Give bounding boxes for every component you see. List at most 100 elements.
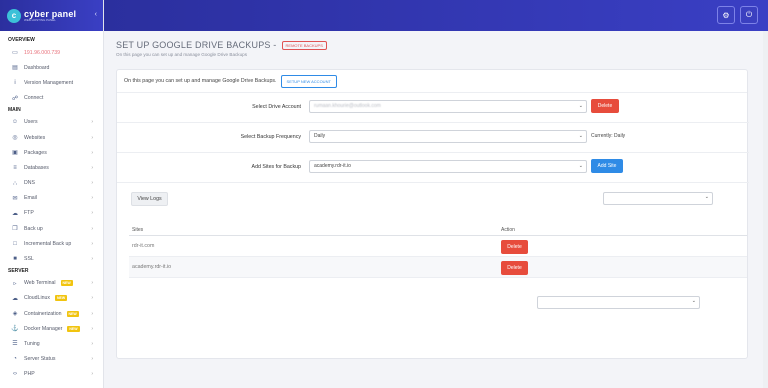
cloud-icon: ☁ (12, 295, 18, 302)
sidebar-item-label: Email (24, 195, 37, 202)
remote-backups-badge: REMOTE BACKUPS (281, 40, 327, 50)
chevron-right-icon: › (91, 180, 93, 187)
sidebar-item-ftp[interactable]: ☁ FTP › (0, 206, 103, 221)
brand-header: c cyber panel WEB HOSTING PANEL ‹ (0, 0, 103, 31)
chevron-left-icon[interactable]: ‹ (95, 11, 97, 18)
page-subtitle: On this page you can set up and manage G… (116, 52, 248, 57)
chevron-right-icon: › (91, 310, 93, 317)
card-intro: On this page you can set up and manage G… (124, 78, 277, 84)
sidebar-item-label: Websites (24, 134, 46, 141)
brand-tagline: WEB HOSTING PANEL (24, 18, 56, 22)
chevron-right-icon: › (91, 225, 93, 232)
sites-table: Sites Action rdr-it.com Delete academy.r… (129, 223, 747, 278)
sidebar-item-docker-manager[interactable]: ⚓ Docker Manager NEW › (0, 321, 103, 336)
add-site-button[interactable]: Add Site (591, 159, 623, 173)
chevron-down-icon: ⌄ (578, 163, 583, 169)
chevron-down-icon: ⌄ (691, 298, 696, 304)
sidebar-item-cloudlinux[interactable]: ☁ CloudLinux NEW › (0, 291, 103, 306)
main-content: SET UP GOOGLE DRIVE BACKUPS - REMOTE BAC… (104, 31, 768, 388)
page-scrollbar[interactable] (763, 31, 768, 388)
table-row: rdr-it.com Delete (129, 236, 747, 257)
sidebar-item-label: Web Terminal (24, 280, 56, 287)
sliders-icon: ☰ (12, 341, 18, 348)
delete-account-button[interactable]: Delete (591, 99, 619, 113)
sidebar-item-dns[interactable]: ∴ DNS › (0, 176, 103, 191)
sidebar-item-users[interactable]: ☺ Users › (0, 115, 103, 130)
sidebar-item-php[interactable]: ‹› PHP › (0, 367, 103, 382)
gear-icon[interactable]: ⚙ (717, 6, 735, 24)
sidebar-item-connect[interactable]: ☍ Connect (0, 91, 103, 106)
chevron-right-icon: › (91, 295, 93, 302)
sidebar-item-label: CloudLinux (24, 295, 50, 302)
sidebar-item-ssl[interactable]: ■ SSL › (0, 251, 103, 266)
cube-icon: ◈ (12, 311, 18, 318)
add-sites-label: Add Sites for Backup (251, 164, 301, 170)
drive-account-select[interactable]: rumaan.khourie@outlook.com ⌄ (309, 100, 587, 113)
power-icon[interactable]: ⏻ (740, 6, 758, 24)
sidebar-item-label: Databases (24, 164, 49, 171)
sidebar-item-containerization[interactable]: ◈ Containerization NEW › (0, 306, 103, 321)
sidebar-item-label: Incremental Back up (24, 240, 72, 247)
new-badge: NEW (67, 325, 80, 332)
sidebar-item-web-terminal[interactable]: ▹ Web Terminal NEW › (0, 276, 103, 291)
sidebar-item-label: Tuning (24, 340, 40, 347)
view-logs-button[interactable]: View Logs (131, 192, 168, 206)
copy-icon: ❐ (12, 226, 18, 233)
backup-card: On this page you can set up and manage G… (116, 69, 749, 359)
drive-account-label: Select Drive Account (252, 104, 301, 110)
sidebar-item-version-management[interactable]: i Version Management (0, 75, 103, 90)
chevron-right-icon: › (91, 149, 93, 156)
sidebar-item-databases[interactable]: ≡ Databases › (0, 160, 103, 175)
sidebar-item-incremental-back-up[interactable]: □ Incremental Back up › (0, 236, 103, 251)
info-icon: i (14, 79, 16, 86)
sidebar-item-label: Connect (24, 95, 44, 102)
current-frequency: Currently: Daily (591, 133, 626, 139)
add-sites-row: Add Sites for Backup academy.rdr-it.io ⌄… (117, 153, 749, 183)
sidebar-item-label: 191.96.000.739 (24, 49, 61, 56)
sidebar-section-title: SERVER (8, 267, 29, 274)
chevron-right-icon: › (91, 134, 93, 141)
page-title: SET UP GOOGLE DRIVE BACKUPS - (116, 40, 277, 50)
sites-select[interactable]: academy.rdr-it.io ⌄ (309, 160, 587, 173)
sidebar-nav: OVERVIEW ▭ 191.96.000.739 ▤ Dashboard i Versio… (0, 31, 103, 382)
chevron-right-icon: › (91, 119, 93, 126)
sidebar-item-packages[interactable]: ▣ Packages › (0, 145, 103, 160)
sidebar-item-label: SSL (24, 256, 34, 263)
envelope-icon: ✉ (12, 195, 18, 202)
sidebar-item-label: Dashboard (24, 64, 50, 71)
sidebar-item-dashboard[interactable]: ▤ Dashboard (0, 60, 103, 75)
sidebar-item-label: DNS (24, 180, 35, 187)
new-badge: NEW (66, 310, 79, 317)
setup-new-account-button[interactable]: SETUP NEW ACCOUNT (280, 74, 337, 88)
sidebar-item-server-status[interactable]: ◔ Server Status › (0, 352, 103, 367)
sidebar-item-back-up[interactable]: ❐ Back up › (0, 221, 103, 236)
sidebar-item-label: Docker Manager (24, 325, 63, 332)
docker-icon: ⚓ (11, 326, 19, 333)
chevron-down-icon: ⌄ (578, 103, 583, 109)
sidebar-item-label: Version Management (24, 79, 74, 86)
delete-site-button[interactable]: Delete (501, 240, 528, 254)
sidebar-item-label: Containerization (24, 310, 62, 317)
sidebar-item-email[interactable]: ✉ Email › (0, 191, 103, 206)
sidebar-item-label: Users (24, 119, 38, 126)
logs-select[interactable]: ⌄ (603, 192, 713, 205)
sidebar-item-191-96-000-739[interactable]: ▭ 191.96.000.739 (0, 45, 103, 60)
sidebar-section-title: MAIN (8, 106, 21, 113)
drive-account-row: Select Drive Account rumaan.khourie@outl… (117, 93, 749, 123)
sidebar-item-tuning[interactable]: ☰ Tuning › (0, 336, 103, 351)
chevron-right-icon: › (91, 256, 93, 263)
terminal-icon: ▹ (13, 280, 17, 287)
chevron-right-icon: › (91, 240, 93, 247)
file-icon: □ (13, 240, 17, 247)
sidebar-item-label: FTP (24, 210, 34, 217)
sidebar-item-websites[interactable]: ◎ Websites › (0, 130, 103, 145)
frequency-row: Select Backup Frequency Daily ⌄ Currentl… (117, 123, 749, 153)
chevron-right-icon: › (91, 210, 93, 217)
frequency-select[interactable]: Daily ⌄ (309, 130, 587, 143)
chevron-right-icon: › (91, 371, 93, 378)
monitor-icon: ▭ (12, 50, 18, 57)
top-bar: ⚙ ⏻ (104, 0, 768, 31)
delete-site-button[interactable]: Delete (501, 261, 528, 275)
bottom-select[interactable]: ⌄ (537, 296, 700, 309)
new-badge: NEW (60, 280, 73, 287)
